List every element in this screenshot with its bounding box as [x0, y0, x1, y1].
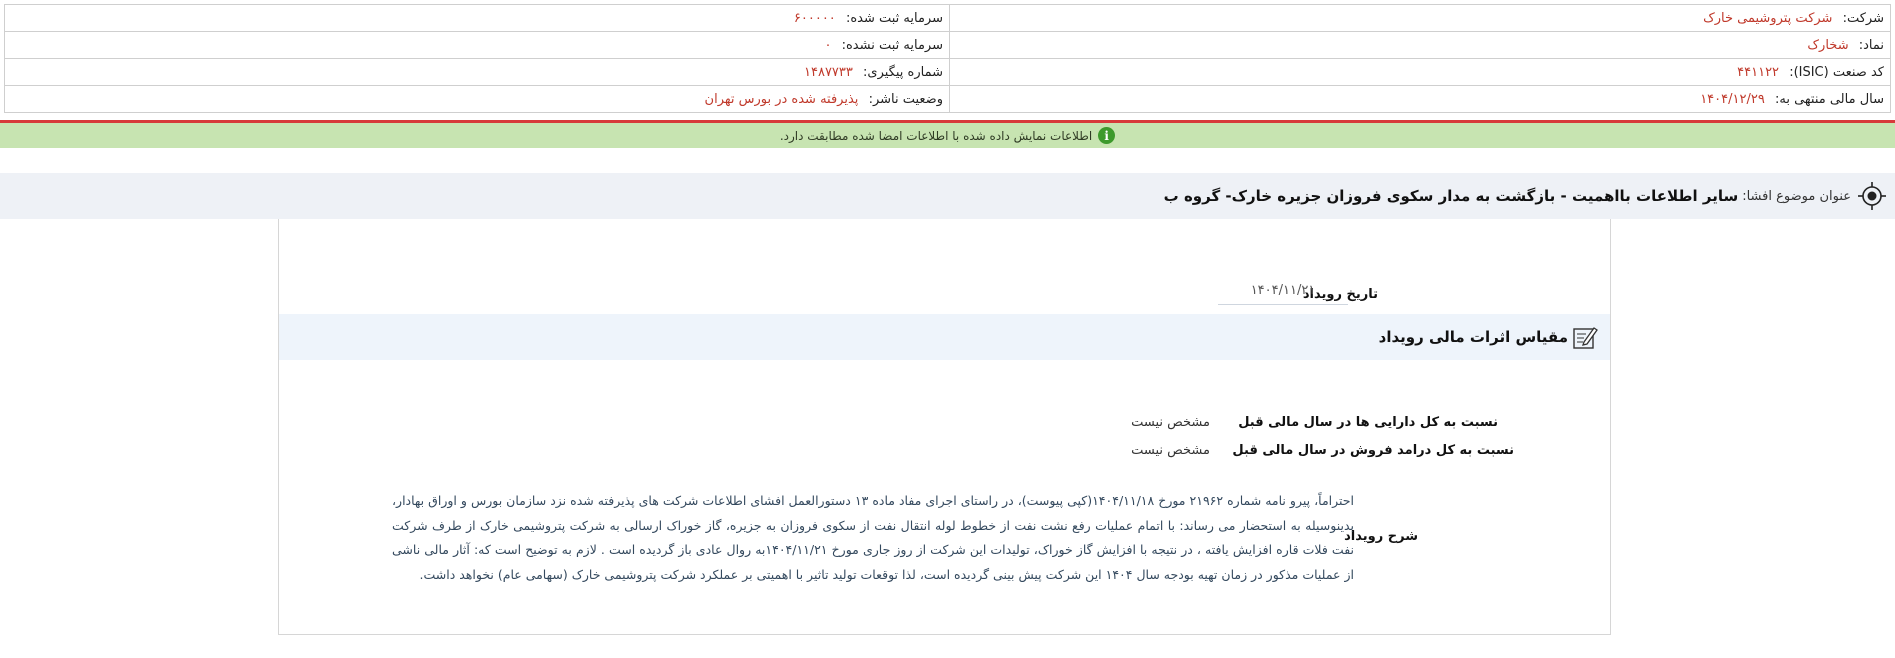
symbol-cell: نماد: شخارک: [949, 31, 1891, 59]
target-icon: [1858, 182, 1886, 210]
isic-label: کد صنعت (ISIC):: [1789, 64, 1884, 80]
unregistered-capital-cell: سرمایه ثبت نشده: ۰: [4, 31, 950, 59]
fiscal-year-value: ۱۴۰۴/۱۲/۲۹: [1700, 91, 1765, 107]
event-panel: تاریخ رویداد ۱۴۰۴/۱۱/۲۱ مقیاس اثرات مالی…: [278, 219, 1611, 635]
isic-value: ۴۴۱۱۲۲: [1737, 64, 1780, 80]
tracking-value: ۱۴۸۷۷۳۳: [804, 64, 853, 80]
subject-label: عنوان موضوع افشا:: [1742, 188, 1851, 204]
publisher-status-label: وضعیت ناشر:: [868, 91, 943, 107]
publisher-status-value: پذیرفته شده در بورس تهران: [704, 91, 859, 107]
revenue-ratio-value: مشخص نیست: [1131, 443, 1210, 458]
company-label: شرکت:: [1842, 10, 1884, 26]
revenue-ratio-label: نسبت به کل درامد فروش در سال مالی قبل: [1232, 443, 1514, 458]
info-row: شرکت: شرکت پتروشیمی خارک سرمایه ثبت شده:…: [4, 4, 1891, 32]
tracking-cell: شماره پیگیری: ۱۴۸۷۷۳۳: [4, 58, 950, 86]
registered-capital-label: سرمایه ثبت شده:: [845, 10, 943, 26]
section-title: مقیاس اثرات مالی رویداد: [1378, 328, 1568, 346]
info-icon: i: [1098, 127, 1116, 144]
info-row: کد صنعت (ISIC): ۴۴۱۱۲۲ شماره پیگیری: ۱۴۸…: [4, 58, 1891, 86]
tracking-label: شماره پیگیری:: [863, 64, 943, 80]
banner-text: اطلاعات نمایش داده شده با اطلاعات امضا ش…: [779, 128, 1093, 143]
assets-ratio-value: مشخص نیست: [1131, 415, 1210, 430]
subject-bar: عنوان موضوع افشا: سایر اطلاعات بااهمیت -…: [0, 173, 1895, 219]
info-row: سال مالی منتهی به: ۱۴۰۴/۱۲/۲۹ وضعیت ناشر…: [4, 85, 1891, 113]
company-value: شرکت پتروشیمی خارک: [1703, 10, 1833, 26]
assets-ratio-label: نسبت به کل دارایی ها در سال مالی قبل: [1238, 415, 1498, 430]
event-date-value: ۱۴۰۴/۱۱/۲۱: [1218, 283, 1348, 305]
isic-cell: کد صنعت (ISIC): ۴۴۱۱۲۲: [949, 58, 1891, 86]
verification-banner: i اطلاعات نمایش داده شده با اطلاعات امضا…: [0, 123, 1895, 148]
registered-capital-value: ۶۰۰۰۰۰: [793, 10, 836, 26]
unregistered-capital-value: ۰: [824, 37, 832, 53]
info-row: نماد: شخارک سرمایه ثبت نشده: ۰: [4, 31, 1891, 59]
subject-title: سایر اطلاعات بااهمیت - بازگشت به مدار سک…: [1163, 187, 1739, 205]
edit-icon: [1573, 327, 1598, 349]
publisher-status-cell: وضعیت ناشر: پذیرفته شده در بورس تهران: [4, 85, 950, 113]
fiscal-year-cell: سال مالی منتهی به: ۱۴۰۴/۱۲/۲۹: [949, 85, 1891, 113]
event-description-text: احتراماً، پیرو نامه شماره ۲۱۹۶۲ مورخ ۱۴۰…: [392, 493, 1354, 582]
fiscal-year-label: سال مالی منتهی به:: [1774, 91, 1884, 107]
symbol-label: نماد:: [1858, 37, 1884, 53]
registered-capital-cell: سرمایه ثبت شده: ۶۰۰۰۰۰: [4, 4, 950, 32]
company-cell: شرکت: شرکت پتروشیمی خارک: [949, 4, 1891, 32]
event-description-label: شرح رویداد: [1344, 529, 1418, 544]
symbol-value: شخارک: [1807, 37, 1849, 53]
company-info-table: شرکت: شرکت پتروشیمی خارک سرمایه ثبت شده:…: [4, 4, 1891, 113]
financial-impact-section: مقیاس اثرات مالی رویداد: [279, 314, 1610, 360]
unregistered-capital-label: سرمایه ثبت نشده:: [841, 37, 943, 53]
